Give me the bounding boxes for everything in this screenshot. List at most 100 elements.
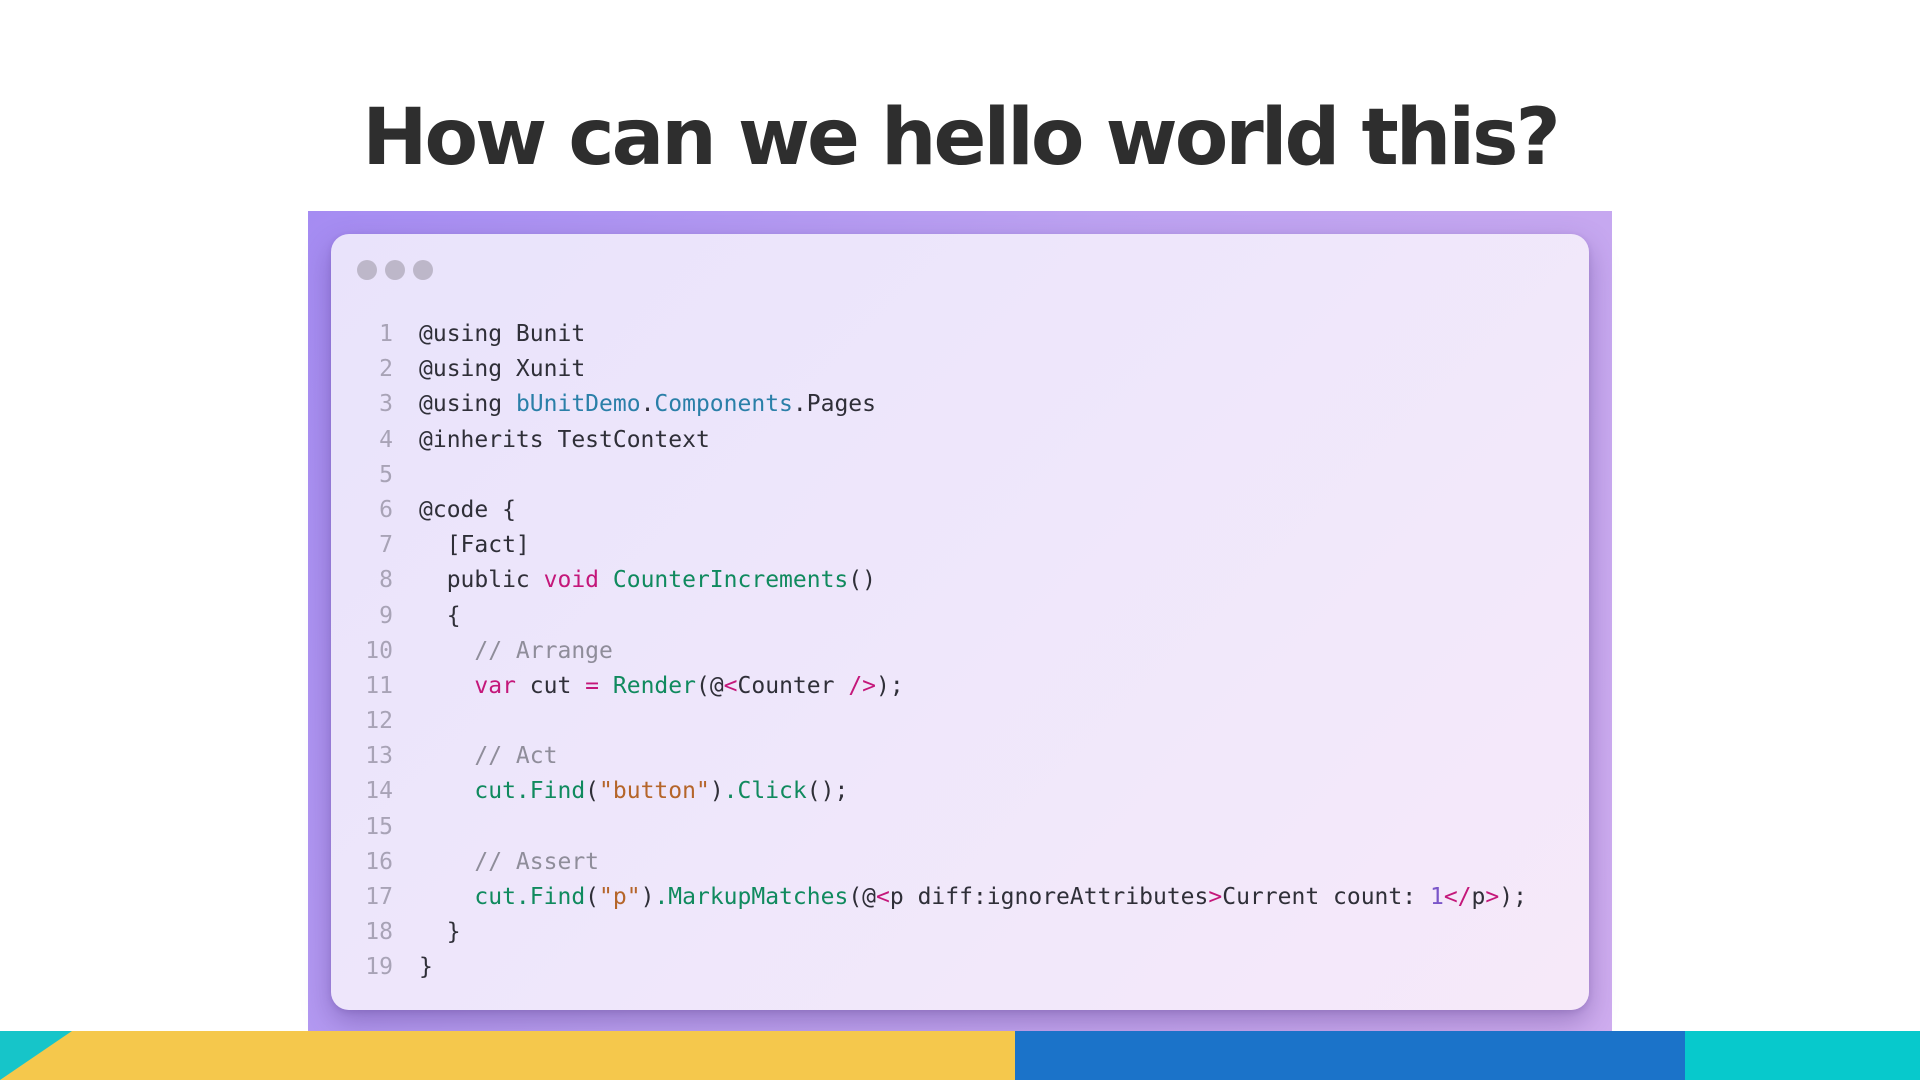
line-number: 14 <box>365 778 393 805</box>
code-line: 7 [Fact] <box>351 528 1527 563</box>
code-text: // Act <box>419 739 557 774</box>
line-number: 17 <box>365 884 393 910</box>
code-token: > <box>1208 884 1223 910</box>
code-token: 1 <box>1429 884 1444 910</box>
code-token: @code { <box>419 496 516 523</box>
code-token: Render <box>612 672 696 699</box>
bar-segment-yellow <box>0 1031 1015 1080</box>
code-line: 5 <box>351 458 1527 493</box>
code-line: 11 var cut = Render(@<Counter />); <box>351 669 1527 704</box>
line-number: 15 <box>365 813 393 840</box>
code-line: 3 @using bUnitDemo.Components.Pages <box>351 387 1527 422</box>
code-text: public void CounterIncrements() <box>419 563 876 598</box>
code-token: "p" <box>599 884 641 910</box>
line-number: 7 <box>379 532 393 559</box>
code-text: { <box>419 599 461 634</box>
code-token: .Click <box>723 778 807 805</box>
line-number: 10 <box>365 637 393 664</box>
code-text: } <box>419 950 433 985</box>
code-text: cut.Find("p").MarkupMatches(@<p diff:ign… <box>419 880 1527 915</box>
code-token: cut.Find <box>474 778 586 805</box>
code-token: > <box>1485 884 1500 910</box>
code-token: Components <box>654 391 793 418</box>
code-token: < <box>876 884 890 910</box>
code-token: @inherits TestContext <box>419 426 710 453</box>
code-token: // Arrange <box>419 637 613 664</box>
code-text: @using Bunit <box>419 317 585 352</box>
code-token: @using Xunit <box>419 356 586 383</box>
line-number: 4 <box>379 426 393 453</box>
line-number: 11 <box>365 672 393 699</box>
code-token: (@ <box>695 672 724 699</box>
code-token: void <box>543 567 613 594</box>
minimize-dot-icon[interactable] <box>385 260 405 280</box>
maximize-dot-icon[interactable] <box>413 260 433 280</box>
code-token: "button" <box>599 778 710 805</box>
code-token: } <box>419 919 461 946</box>
line-number: 5 <box>379 461 393 488</box>
code-token: cut.Find <box>474 884 586 910</box>
code-window: 1 @using Bunit 2 @using Xunit 3 @using bUnitD… <box>331 234 1589 1010</box>
line-number: 9 <box>379 602 393 629</box>
code-token: Counter <box>737 672 849 699</box>
code-line: 4 @inherits TestContext <box>351 423 1527 458</box>
code-token: Current count: <box>1222 884 1430 910</box>
code-token: @using <box>419 391 516 418</box>
code-line: 18 } <box>351 915 1527 950</box>
code-text: // Assert <box>419 845 599 880</box>
line-number: 12 <box>365 708 393 735</box>
line-number: 16 <box>365 848 393 875</box>
line-number: 8 <box>379 567 393 594</box>
code-token: } <box>419 954 433 981</box>
bar-segment-teal-right <box>1685 1031 1920 1080</box>
code-text: } <box>419 915 461 950</box>
code-token: @using Bunit <box>419 321 586 347</box>
code-text: @code { <box>419 493 516 528</box>
code-line: 10 // Arrange <box>351 634 1527 669</box>
code-token: ); <box>1499 884 1527 910</box>
code-text: @using bUnitDemo.Components.Pages <box>419 387 876 422</box>
code-token: .Pages <box>792 391 876 418</box>
line-number: 13 <box>365 743 393 770</box>
code-text: var cut = Render(@<Counter />); <box>419 669 903 704</box>
code-line: 12 <box>351 704 1527 739</box>
code-token: </ <box>1443 884 1472 910</box>
code-line: 14 cut.Find("button").Click(); <box>351 774 1527 809</box>
code-text: [Fact] <box>419 528 530 563</box>
code-line: 8 public void CounterIncrements() <box>351 563 1527 598</box>
window-controls <box>357 260 433 280</box>
code-token: CounterIncrements <box>612 567 849 594</box>
code-frame: 1 @using Bunit 2 @using Xunit 3 @using bUnitD… <box>308 211 1612 1033</box>
code-token: public <box>419 567 544 594</box>
line-number: 1 <box>379 321 393 347</box>
code-token: p <box>1471 884 1486 910</box>
code-token: ( <box>585 778 600 805</box>
code-token: cut <box>529 672 586 699</box>
code-token: () <box>848 567 876 594</box>
code-text: // Arrange <box>419 634 613 669</box>
line-number: 19 <box>365 954 393 981</box>
code-line: 2 @using Xunit <box>351 352 1527 387</box>
code-text: @inherits TestContext <box>419 423 710 458</box>
code-token: ) <box>709 778 724 805</box>
code-token: // Assert <box>419 848 600 875</box>
code-token: /> <box>848 672 877 699</box>
code-token: { <box>419 602 461 629</box>
code-token: < <box>723 672 738 699</box>
code-token: var <box>474 672 530 699</box>
line-number: 2 <box>379 356 393 383</box>
line-number: 6 <box>379 496 393 523</box>
code-token: (@ <box>848 884 877 910</box>
close-dot-icon[interactable] <box>357 260 377 280</box>
code-token: = <box>585 672 613 699</box>
decorative-bottom-bar <box>0 1031 1920 1080</box>
code-line: 13 // Act <box>351 739 1527 774</box>
code-token: [Fact] <box>419 532 530 559</box>
code-token: bUnitDemo <box>515 391 641 418</box>
code-token: ) <box>640 884 655 910</box>
code-text: @using Xunit <box>419 352 585 387</box>
slide: How can we hello world this? 1 @using Bun… <box>0 0 1920 1080</box>
